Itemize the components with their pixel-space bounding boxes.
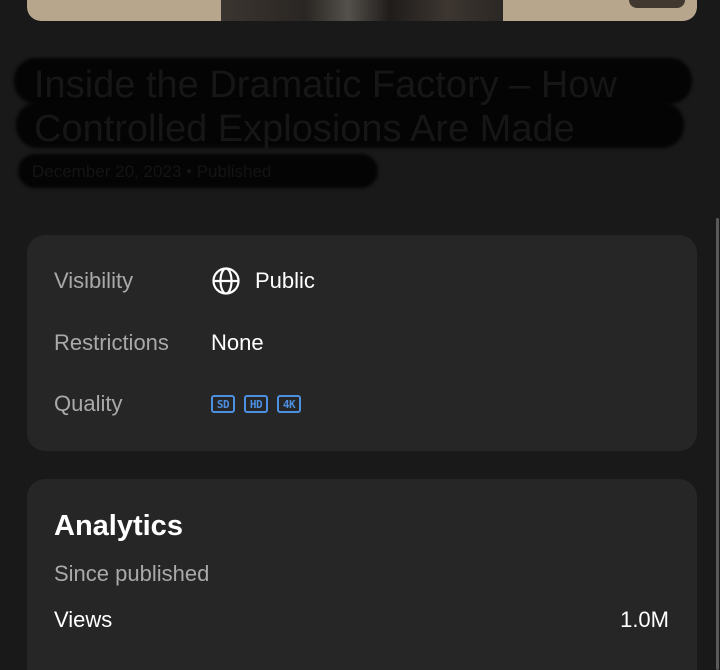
views-label: Views [54,607,113,632]
video-thumbnail[interactable] [27,0,697,21]
restrictions-value: None [211,330,264,355]
video-title-line-2: Controlled Explosions Are Made [34,108,575,150]
views-value: 1.0M [620,607,669,632]
sd-badge: SD [211,395,235,413]
details-card: Visibility Public Restrictions None Qual… [27,235,697,451]
views-row: Views 1.0M [54,607,669,633]
restrictions-label: Restrictions [54,330,169,355]
video-publish-meta: December 20, 2023 • Published [32,162,272,181]
thumbnail-image [221,0,503,21]
analytics-card[interactable]: Analytics Since published Views 1.0M [27,479,697,670]
analytics-subtitle: Since published [54,561,210,586]
visibility-value-text: Public [255,268,315,293]
visibility-label: Visibility [54,268,134,293]
visibility-row[interactable]: Visibility Public [54,261,670,301]
redacted-title-block: Inside the Dramatic Factory – How Contro… [14,48,704,198]
video-details-screen: Inside the Dramatic Factory – How Contro… [0,0,720,670]
quality-badges: SD HD 4K [211,395,310,413]
quality-row: Quality SD HD 4K [54,384,670,424]
4k-badge: 4K [277,395,301,413]
analytics-title: Analytics [54,510,183,542]
restrictions-row[interactable]: Restrictions None [54,323,670,363]
visibility-value: Public [211,266,315,296]
globe-icon [211,266,241,296]
hd-badge: HD [244,395,268,413]
thumbnail-duration-chip [629,0,685,8]
scrollbar[interactable] [716,218,719,670]
quality-label: Quality [54,391,123,416]
video-title-line-1: Inside the Dramatic Factory – How [34,64,617,106]
